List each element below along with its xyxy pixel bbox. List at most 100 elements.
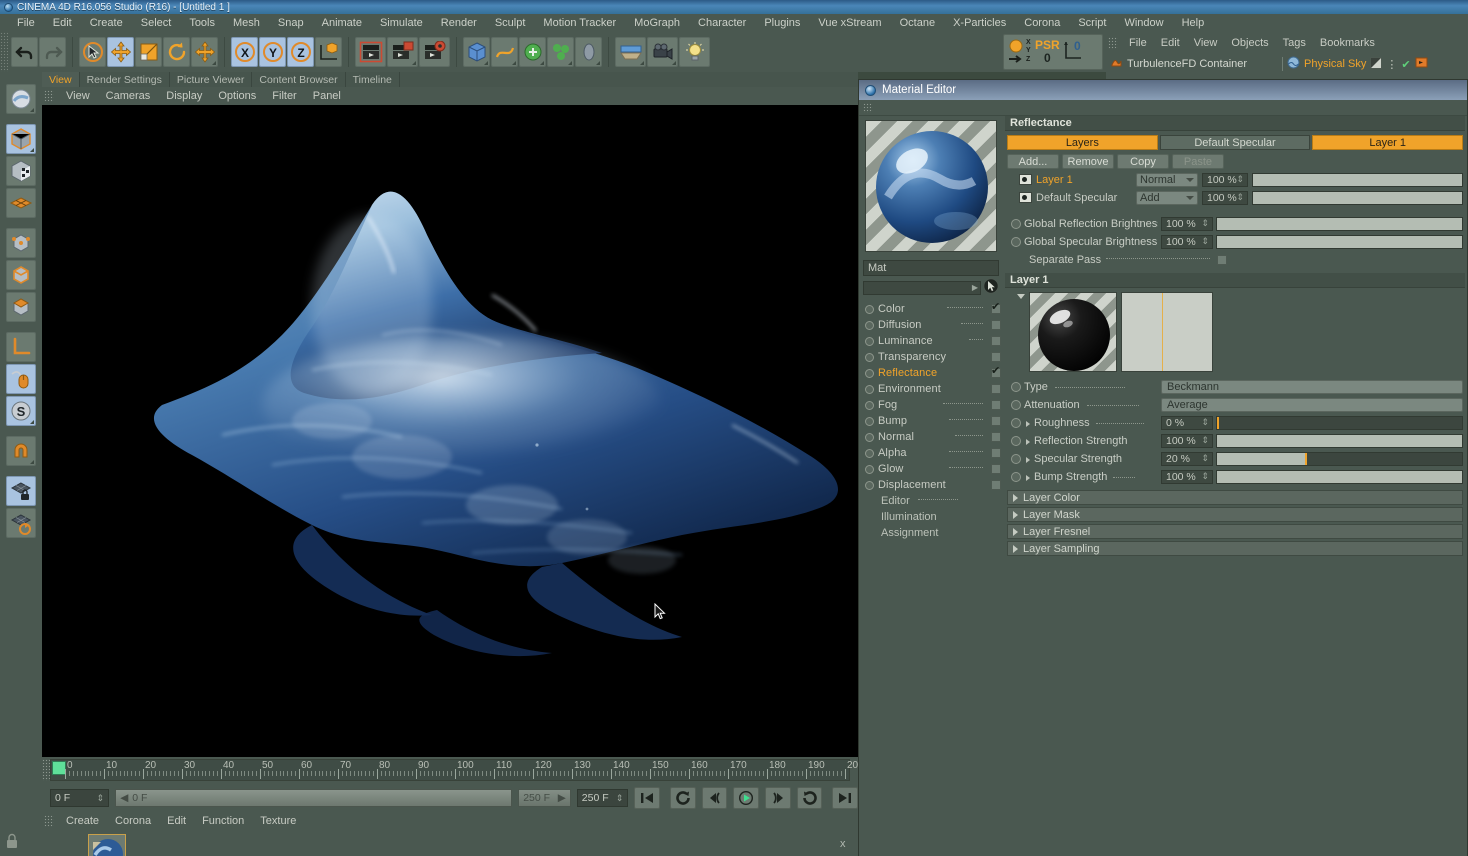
tool-edges-button[interactable] <box>6 260 36 290</box>
material-preview[interactable] <box>865 120 997 252</box>
channel-row-illumination[interactable]: Illumination <box>861 509 1001 525</box>
object-level-widget[interactable]: 0 <box>1062 38 1084 66</box>
channel-row-environment[interactable]: Environment <box>861 381 1001 397</box>
viewport-menu-filter[interactable]: Filter <box>264 90 304 102</box>
psr-readout[interactable]: PSR 0 <box>1035 39 1060 65</box>
menu-item-snap[interactable]: Snap <box>269 14 313 32</box>
channel-checkbox-reflectance[interactable] <box>991 365 1001 378</box>
menu-item-sculpt[interactable]: Sculpt <box>486 14 535 32</box>
channel-radio-icon[interactable] <box>865 384 874 394</box>
matmgr-menu-function[interactable]: Function <box>194 815 252 827</box>
tab-timeline[interactable]: Timeline <box>346 72 400 87</box>
channel-radio-icon[interactable] <box>865 416 874 426</box>
material-editor-titlebar[interactable]: Material Editor <box>859 80 1467 100</box>
main-menubar[interactable]: File Edit Create Select Tools Mesh Snap … <box>0 14 1468 32</box>
spinner-icon[interactable]: ⇕ <box>1201 236 1209 247</box>
channel-radio-icon[interactable] <box>865 464 874 474</box>
channel-radio-icon[interactable] <box>865 368 874 378</box>
object-axis-icon[interactable]: X Y Z <box>1007 38 1033 66</box>
layer-blend-mode-default-specular[interactable]: Add <box>1136 190 1198 205</box>
deformer-button[interactable] <box>575 37 602 67</box>
menu-item-edit[interactable]: Edit <box>44 14 81 32</box>
opacity-spinner-icon[interactable]: ⇕ <box>1236 192 1244 203</box>
axis-move-button[interactable] <box>191 37 218 67</box>
section-layer-fresnel[interactable]: Layer Fresnel <box>1007 524 1463 539</box>
reflectance-tab-default-specular[interactable]: Default Specular <box>1159 135 1311 150</box>
primitive-cube-button[interactable] <box>463 37 490 67</box>
scale-button[interactable] <box>135 37 162 67</box>
go-to-end-button[interactable] <box>832 787 859 809</box>
document-end-field[interactable]: 250 F ⇕ <box>576 789 629 807</box>
tool-mouse-button[interactable] <box>6 364 36 394</box>
channel-radio-icon[interactable] <box>865 432 874 442</box>
rotate-button[interactable] <box>163 37 190 67</box>
param-radio-icon[interactable] <box>1011 399 1021 410</box>
channel-row-luminance[interactable]: Luminance <box>861 333 1001 349</box>
coordinates-widget[interactable]: X Y Z PSR 0 0 <box>1003 34 1103 70</box>
spinner-icon[interactable]: ⇕ <box>1201 471 1209 482</box>
menu-item-mesh[interactable]: Mesh <box>224 14 269 32</box>
param-radio-icon[interactable] <box>1011 453 1021 464</box>
go-to-start-button[interactable] <box>634 787 661 809</box>
tab-content-browser[interactable]: Content Browser <box>252 72 346 87</box>
viewport-menubar[interactable]: View Cameras Display Options Filter Pane… <box>42 87 858 105</box>
global-specular-brightness-field[interactable]: 100 % ⇕ <box>1161 234 1213 249</box>
global-reflection-brightness-slider[interactable] <box>1216 216 1463 231</box>
param-radio-icon[interactable] <box>1011 381 1021 392</box>
x-axis-lock-button[interactable]: X <box>231 37 258 67</box>
loop-button[interactable] <box>796 787 823 809</box>
layer1-reflection-strength-slider[interactable] <box>1216 433 1463 448</box>
y-axis-lock-button[interactable]: Y <box>259 37 286 67</box>
separate-pass-checkbox[interactable] <box>1217 254 1228 265</box>
channel-checkbox-environment[interactable] <box>991 384 1001 394</box>
channel-row-displacement[interactable]: Displacement <box>861 477 1001 493</box>
param-radio-icon[interactable] <box>1011 435 1021 446</box>
current-frame-spinner-icon[interactable]: ⇕ <box>97 793 105 804</box>
channel-row-fog[interactable]: Fog <box>861 397 1001 413</box>
layer1-reflection-strength-row[interactable]: Reflection Strength 100 % ⇕ <box>1011 433 1463 448</box>
layer1-fresnel-graph[interactable] <box>1121 292 1213 372</box>
menu-item-file[interactable]: File <box>8 14 44 32</box>
document-end-spinner-icon[interactable]: ⇕ <box>616 793 624 804</box>
menu-item-help[interactable]: Help <box>1173 14 1214 32</box>
z-axis-lock-button[interactable]: Z <box>287 37 314 67</box>
preview-range-bar[interactable]: ◀ 0 F <box>115 789 513 807</box>
tool-polygons-button[interactable] <box>6 292 36 322</box>
channel-row-diffusion[interactable]: Diffusion <box>861 317 1001 333</box>
material-editor-toolbar[interactable] <box>859 100 1467 116</box>
matmgr-menu-corona[interactable]: Corona <box>107 815 159 827</box>
reflectance-tab-layers[interactable]: Layers <box>1007 135 1158 150</box>
channel-checkbox-bump[interactable] <box>991 416 1001 426</box>
menu-item-x-particles[interactable]: X-Particles <box>944 14 1015 32</box>
layer-visibility-icon[interactable] <box>1019 174 1032 185</box>
param-radio-icon[interactable] <box>1011 218 1021 229</box>
spinner-icon[interactable]: ⇕ <box>1201 435 1209 446</box>
tab-picture-viewer[interactable]: Picture Viewer <box>170 72 253 87</box>
section-layer-mask[interactable]: Layer Mask <box>1007 507 1463 522</box>
menu-item-render[interactable]: Render <box>432 14 486 32</box>
sky-tag-icon[interactable] <box>1370 56 1383 72</box>
render-region-button[interactable] <box>387 37 418 67</box>
preview-range-end-field[interactable]: 250 F ▶ <box>518 789 571 807</box>
section-layer-color[interactable]: Layer Color <box>1007 490 1463 505</box>
channel-radio-icon[interactable] <box>865 336 874 346</box>
channel-row-alpha[interactable]: Alpha <box>861 445 1001 461</box>
channel-row-transparency[interactable]: Transparency <box>861 349 1001 365</box>
menu-item-script[interactable]: Script <box>1069 14 1115 32</box>
world-coord-button[interactable] <box>315 37 342 67</box>
viewport-3d[interactable] <box>42 105 858 757</box>
param-radio-icon[interactable] <box>1011 236 1021 247</box>
channel-checkbox-normal[interactable] <box>991 432 1001 442</box>
material-name-field[interactable]: Mat <box>863 260 999 276</box>
global-reflection-brightness-field[interactable]: 100 % ⇕ <box>1161 216 1213 231</box>
material-search-input[interactable]: ▶ <box>863 280 981 295</box>
tool-grid-lock-button[interactable] <box>6 476 36 506</box>
add-layer-button[interactable]: Add... <box>1007 154 1059 169</box>
menu-item-plugins[interactable]: Plugins <box>755 14 809 32</box>
pick-cursor-icon[interactable] <box>983 278 999 297</box>
matmgr-menu-texture[interactable]: Texture <box>252 815 304 827</box>
menu-item-window[interactable]: Window <box>1115 14 1172 32</box>
channel-row-glow[interactable]: Glow <box>861 461 1001 477</box>
layer-visibility-icon[interactable] <box>1019 192 1032 203</box>
toolbar-grip[interactable] <box>0 32 8 72</box>
